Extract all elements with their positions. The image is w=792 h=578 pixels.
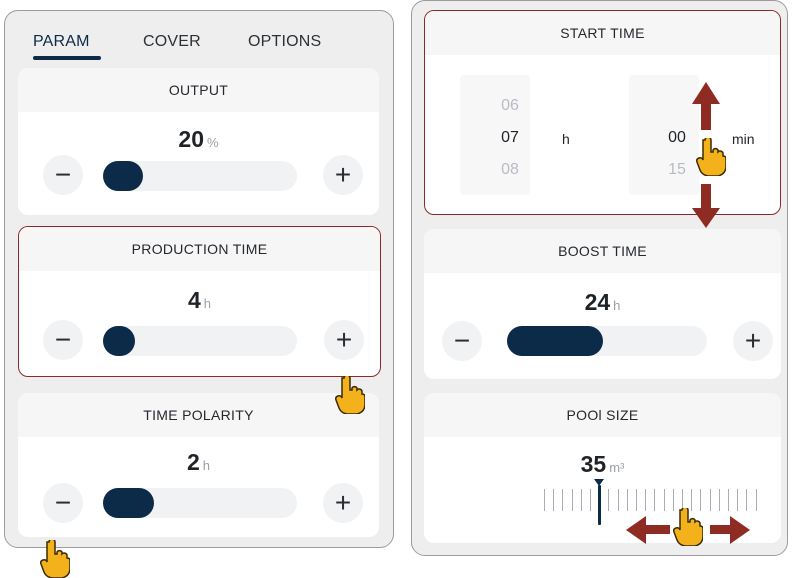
ruler-tick	[590, 489, 591, 511]
hour-prev[interactable]: 06	[475, 91, 545, 121]
pointing-hand-icon	[673, 508, 703, 546]
ruler-pointer-icon	[594, 479, 605, 486]
time-polarity-slider-fill	[103, 488, 154, 518]
active-tab-indicator	[33, 56, 101, 60]
tab-param[interactable]: PARAM	[33, 33, 90, 51]
output-title: OUTPUT	[18, 68, 379, 112]
time-polarity-value: 2	[186, 449, 200, 475]
output-slider-fill	[103, 161, 143, 191]
pointing-hand-icon	[696, 138, 726, 176]
hour-unit-label: h	[562, 131, 570, 147]
boost-time-unit: h	[613, 298, 621, 313]
production-time-card: PRODUCTION TIME 4h − +	[18, 226, 381, 377]
boost-time-value: 24	[584, 289, 611, 315]
boost-time-increase-button[interactable]: +	[733, 321, 773, 361]
output-unit: %	[207, 135, 219, 150]
minute-prev[interactable]	[642, 91, 712, 121]
ruler-tick	[755, 489, 757, 511]
ruler-tick	[645, 489, 647, 511]
pointing-hand-icon	[335, 376, 365, 414]
ruler-tick	[608, 489, 610, 511]
time-polarity-value-display: 2h	[18, 449, 379, 476]
start-time-title: START TIME	[425, 11, 780, 55]
ruler-tick	[654, 489, 656, 511]
ruler-tick	[737, 489, 739, 511]
left-panel: PARAM COVER OPTIONS OUTPUT 20% − + PRODU…	[4, 10, 394, 548]
boost-time-slider-fill	[507, 326, 603, 356]
time-polarity-card: TIME POLARITY 2h − +	[18, 393, 379, 537]
pool-size-card: POOl SIZE 35 m³	[424, 393, 781, 543]
ruler-tick	[746, 489, 748, 511]
ruler-tick	[718, 489, 720, 511]
ruler-tick	[663, 489, 665, 511]
ruler-tick	[571, 489, 573, 511]
production-time-slider-fill	[103, 326, 135, 356]
hour-current[interactable]: 07	[475, 123, 545, 153]
production-time-decrease-button[interactable]: −	[43, 320, 83, 360]
output-card: OUTPUT 20% − +	[18, 68, 379, 215]
start-time-card: START TIME 06 07 08 h 00 15 min	[424, 10, 781, 215]
hour-next[interactable]: 08	[475, 155, 545, 185]
tab-options[interactable]: OPTIONS	[248, 33, 321, 51]
pool-size-value: 35	[580, 451, 607, 477]
output-slider[interactable]	[103, 161, 297, 191]
tab-bar: PARAM COVER OPTIONS	[5, 11, 393, 71]
ruler-tick	[562, 489, 564, 511]
time-polarity-title: TIME POLARITY	[18, 393, 379, 437]
pool-size-unit: m³	[609, 460, 625, 475]
time-polarity-increase-button[interactable]: +	[323, 483, 363, 523]
production-time-unit: h	[203, 296, 212, 311]
pool-size-value-display: 35 m³	[424, 451, 781, 478]
production-time-title: PRODUCTION TIME	[19, 227, 380, 271]
production-time-value-display: 4h	[19, 287, 380, 314]
pool-size-ruler[interactable]	[544, 479, 774, 529]
ruler-tick	[553, 489, 555, 511]
ruler-tick	[544, 489, 545, 511]
ruler-selected-marker	[598, 485, 602, 525]
minute-unit-label: min	[732, 131, 755, 147]
production-time-increase-button[interactable]: +	[324, 320, 364, 360]
production-time-value: 4	[187, 287, 201, 313]
ruler-tick	[636, 489, 637, 511]
ruler-tick	[728, 489, 729, 511]
ruler-tick	[709, 489, 711, 511]
output-increase-button[interactable]: +	[323, 155, 363, 195]
pool-size-title: POOl SIZE	[424, 393, 781, 437]
pointing-hand-icon	[40, 540, 70, 578]
boost-time-title: BOOST TIME	[424, 229, 781, 273]
boost-time-value-display: 24 h	[424, 289, 781, 316]
tab-cover[interactable]: COVER	[143, 33, 201, 51]
ruler-tick	[617, 489, 619, 511]
ruler-tick	[580, 489, 582, 511]
output-value-display: 20%	[18, 126, 379, 153]
output-decrease-button[interactable]: −	[43, 155, 83, 195]
time-polarity-unit: h	[202, 458, 211, 473]
boost-time-decrease-button[interactable]: −	[442, 321, 482, 361]
boost-time-card: BOOST TIME 24 h − +	[424, 229, 781, 379]
time-polarity-decrease-button[interactable]: −	[43, 483, 83, 523]
boost-time-slider[interactable]	[507, 326, 707, 356]
right-panel: START TIME 06 07 08 h 00 15 min BOOST TI…	[411, 0, 788, 556]
output-value: 20	[178, 126, 205, 152]
production-time-slider[interactable]	[103, 326, 297, 356]
time-polarity-slider[interactable]	[103, 488, 297, 518]
ruler-tick	[626, 489, 628, 511]
